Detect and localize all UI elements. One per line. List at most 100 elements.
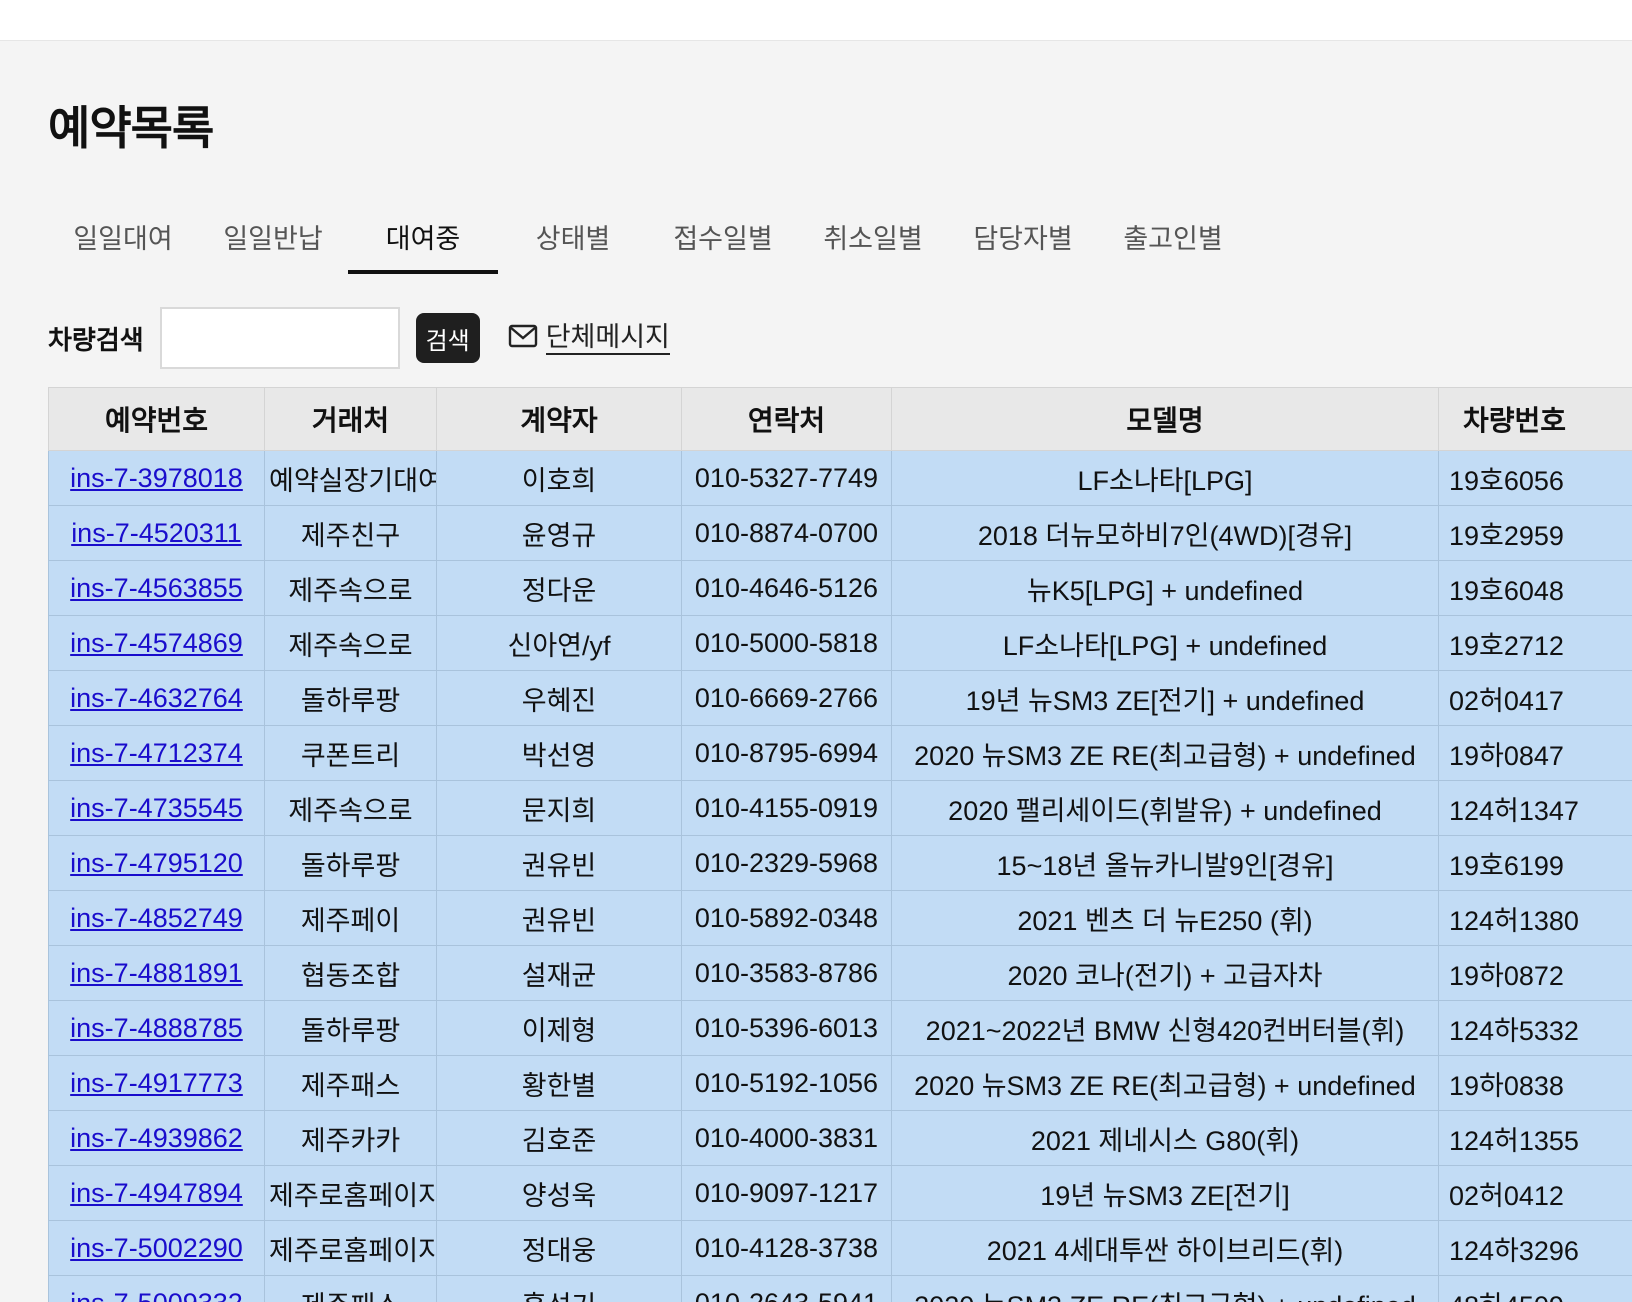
header-contact[interactable]: 연락처 [681, 387, 892, 451]
reservation-number-link[interactable]: ins-7-4712374 [70, 738, 243, 768]
reservation-number-link[interactable]: ins-7-4563855 [70, 573, 243, 603]
reservation-number-link[interactable]: ins-7-3978018 [70, 463, 243, 493]
contractor-cell: 홍석기 [436, 1275, 682, 1302]
table-row: ins-7-4888785 돌하루팡 이제형 010-5396-6013 202… [48, 1000, 1632, 1056]
contact-cell: 010-2329-5968 [681, 835, 892, 891]
top-bar [0, 0, 1632, 41]
table-row: ins-7-4520311 제주친구 윤영규 010-8874-0700 201… [48, 505, 1632, 561]
contractor-cell: 이호희 [436, 450, 682, 506]
reservation-number-cell: ins-7-4795120 [48, 835, 265, 891]
reservation-number-link[interactable]: ins-7-4881891 [70, 958, 243, 988]
header-client[interactable]: 거래처 [264, 387, 437, 451]
client-cell: 제주카카 [264, 1110, 437, 1166]
reservation-number-link[interactable]: ins-7-4795120 [70, 848, 243, 878]
contact-cell: 010-5892-0348 [681, 890, 892, 946]
tab-renting[interactable]: 대여중 [348, 212, 498, 274]
client-cell: 제주친구 [264, 505, 437, 561]
table-row: ins-7-4852749 제주페이 권유빈 010-5892-0348 202… [48, 890, 1632, 946]
header-vehicle-number[interactable]: 차량번호 [1438, 387, 1632, 451]
reservation-number-cell: ins-7-4852749 [48, 890, 265, 946]
vehicle-number-cell: 19하0838 [1438, 1055, 1632, 1111]
client-cell: 제주속으로 [264, 560, 437, 616]
reservation-number-link[interactable]: ins-7-4632764 [70, 683, 243, 713]
model-name-cell: 2020 뉴SM3 ZE RE(최고급형) + undefined [891, 1055, 1439, 1111]
tab-bar: 일일대여 일일반납 대여중 상태별 접수일별 취소일별 담당자별 출고인별 [48, 212, 1248, 274]
client-cell: 제주패스 [264, 1055, 437, 1111]
reservation-number-cell: ins-7-5009332 [48, 1275, 265, 1302]
tab-daily-rental[interactable]: 일일대여 [48, 212, 198, 274]
vehicle-number-cell: 124허1380 [1438, 890, 1632, 946]
table-row: ins-7-4735545 제주속으로 문지희 010-4155-0919 20… [48, 780, 1632, 836]
vehicle-search-input[interactable] [159, 307, 400, 369]
contact-cell: 010-9097-1217 [681, 1165, 892, 1221]
contact-cell: 010-5192-1056 [681, 1055, 892, 1111]
reservation-number-link[interactable]: ins-7-4939862 [70, 1123, 243, 1153]
reservation-number-link[interactable]: ins-7-5009332 [70, 1288, 243, 1302]
reservation-number-cell: ins-7-4712374 [48, 725, 265, 781]
contact-cell: 010-4155-0919 [681, 780, 892, 836]
contractor-cell: 설재균 [436, 945, 682, 1001]
table-row: ins-7-4939862 제주카카 김호준 010-4000-3831 202… [48, 1110, 1632, 1166]
search-button[interactable]: 검색 [415, 313, 480, 363]
bulk-message-link[interactable]: 단체메시지 [508, 321, 670, 355]
reservation-number-cell: ins-7-3978018 [48, 450, 265, 506]
vehicle-number-cell: 19호2712 [1438, 615, 1632, 671]
model-name-cell: 뉴K5[LPG] + undefined [891, 560, 1439, 616]
reservation-number-link[interactable]: ins-7-4917773 [70, 1068, 243, 1098]
reservation-number-cell: ins-7-4632764 [48, 670, 265, 726]
contractor-cell: 양성욱 [436, 1165, 682, 1221]
client-cell: 제주로홈페이지 [264, 1165, 437, 1221]
client-cell: 제주패스 [264, 1275, 437, 1302]
client-cell: 예약실장기대여 [264, 450, 437, 506]
client-cell: 쿠폰트리 [264, 725, 437, 781]
header-contractor[interactable]: 계약자 [436, 387, 682, 451]
model-name-cell: 2021 4세대투싼 하이브리드(휘) [891, 1220, 1439, 1276]
contractor-cell: 정대웅 [436, 1220, 682, 1276]
contractor-cell: 황한별 [436, 1055, 682, 1111]
reservation-number-link[interactable]: ins-7-4574869 [70, 628, 243, 658]
model-name-cell: 2021 제네시스 G80(휘) [891, 1110, 1439, 1166]
reservation-number-link[interactable]: ins-7-4888785 [70, 1013, 243, 1043]
contact-cell: 010-5396-6013 [681, 1000, 892, 1056]
tab-by-received-date[interactable]: 접수일별 [648, 212, 798, 274]
contact-cell: 010-4128-3738 [681, 1220, 892, 1276]
tab-by-status[interactable]: 상태별 [498, 212, 648, 274]
model-name-cell: 2020 뉴SM3 ZE RE(최고급형) + undefined [891, 1275, 1439, 1302]
search-bar: 차량검색 검색 단체메시지 [48, 306, 670, 370]
table-row: ins-7-4574869 제주속으로 신아연/yf 010-5000-5818… [48, 615, 1632, 671]
reservation-number-cell: ins-7-4881891 [48, 945, 265, 1001]
reservation-number-cell: ins-7-4735545 [48, 780, 265, 836]
client-cell: 협동조합 [264, 945, 437, 1001]
table-row: ins-7-4795120 돌하루팡 권유빈 010-2329-5968 15~… [48, 835, 1632, 891]
reservation-table: 예약번호 거래처 계약자 연락처 모델명 차량번호 ins-7-3978018 … [48, 387, 1632, 1302]
model-name-cell: 19년 뉴SM3 ZE[전기] [891, 1165, 1439, 1221]
vehicle-number-cell: 19호2959 [1438, 505, 1632, 561]
reservation-number-link[interactable]: ins-7-4520311 [71, 518, 242, 548]
header-model-name[interactable]: 모델명 [891, 387, 1439, 451]
header-reservation-number[interactable]: 예약번호 [48, 387, 265, 451]
table-row: ins-7-5009332 제주패스 홍석기 010-2643-5941 202… [48, 1275, 1632, 1302]
vehicle-number-cell: 19하0847 [1438, 725, 1632, 781]
vehicle-number-cell: 19호6048 [1438, 560, 1632, 616]
tab-by-cancel-date[interactable]: 취소일별 [798, 212, 948, 274]
reservation-number-cell: ins-7-4563855 [48, 560, 265, 616]
client-cell: 제주속으로 [264, 615, 437, 671]
tab-by-manager[interactable]: 담당자별 [948, 212, 1098, 274]
client-cell: 돌하루팡 [264, 670, 437, 726]
model-name-cell: 2018 더뉴모하비7인(4WD)[경유] [891, 505, 1439, 561]
table-row: ins-7-4947894 제주로홈페이지 양성욱 010-9097-1217 … [48, 1165, 1632, 1221]
reservation-number-link[interactable]: ins-7-4852749 [70, 903, 243, 933]
contact-cell: 010-8795-6994 [681, 725, 892, 781]
reservation-number-link[interactable]: ins-7-4735545 [70, 793, 243, 823]
tab-by-dispatcher[interactable]: 출고인별 [1098, 212, 1248, 274]
vehicle-number-cell: 19호6056 [1438, 450, 1632, 506]
table-row: ins-7-4881891 협동조합 설재균 010-3583-8786 202… [48, 945, 1632, 1001]
reservation-number-link[interactable]: ins-7-4947894 [70, 1178, 243, 1208]
vehicle-number-cell: 19하0872 [1438, 945, 1632, 1001]
tab-daily-return[interactable]: 일일반납 [198, 212, 348, 274]
vehicle-number-cell: 124하5332 [1438, 1000, 1632, 1056]
contact-cell: 010-5327-7749 [681, 450, 892, 506]
reservation-number-link[interactable]: ins-7-5002290 [70, 1233, 243, 1263]
contact-cell: 010-4646-5126 [681, 560, 892, 616]
vehicle-search-label: 차량검색 [48, 324, 144, 355]
